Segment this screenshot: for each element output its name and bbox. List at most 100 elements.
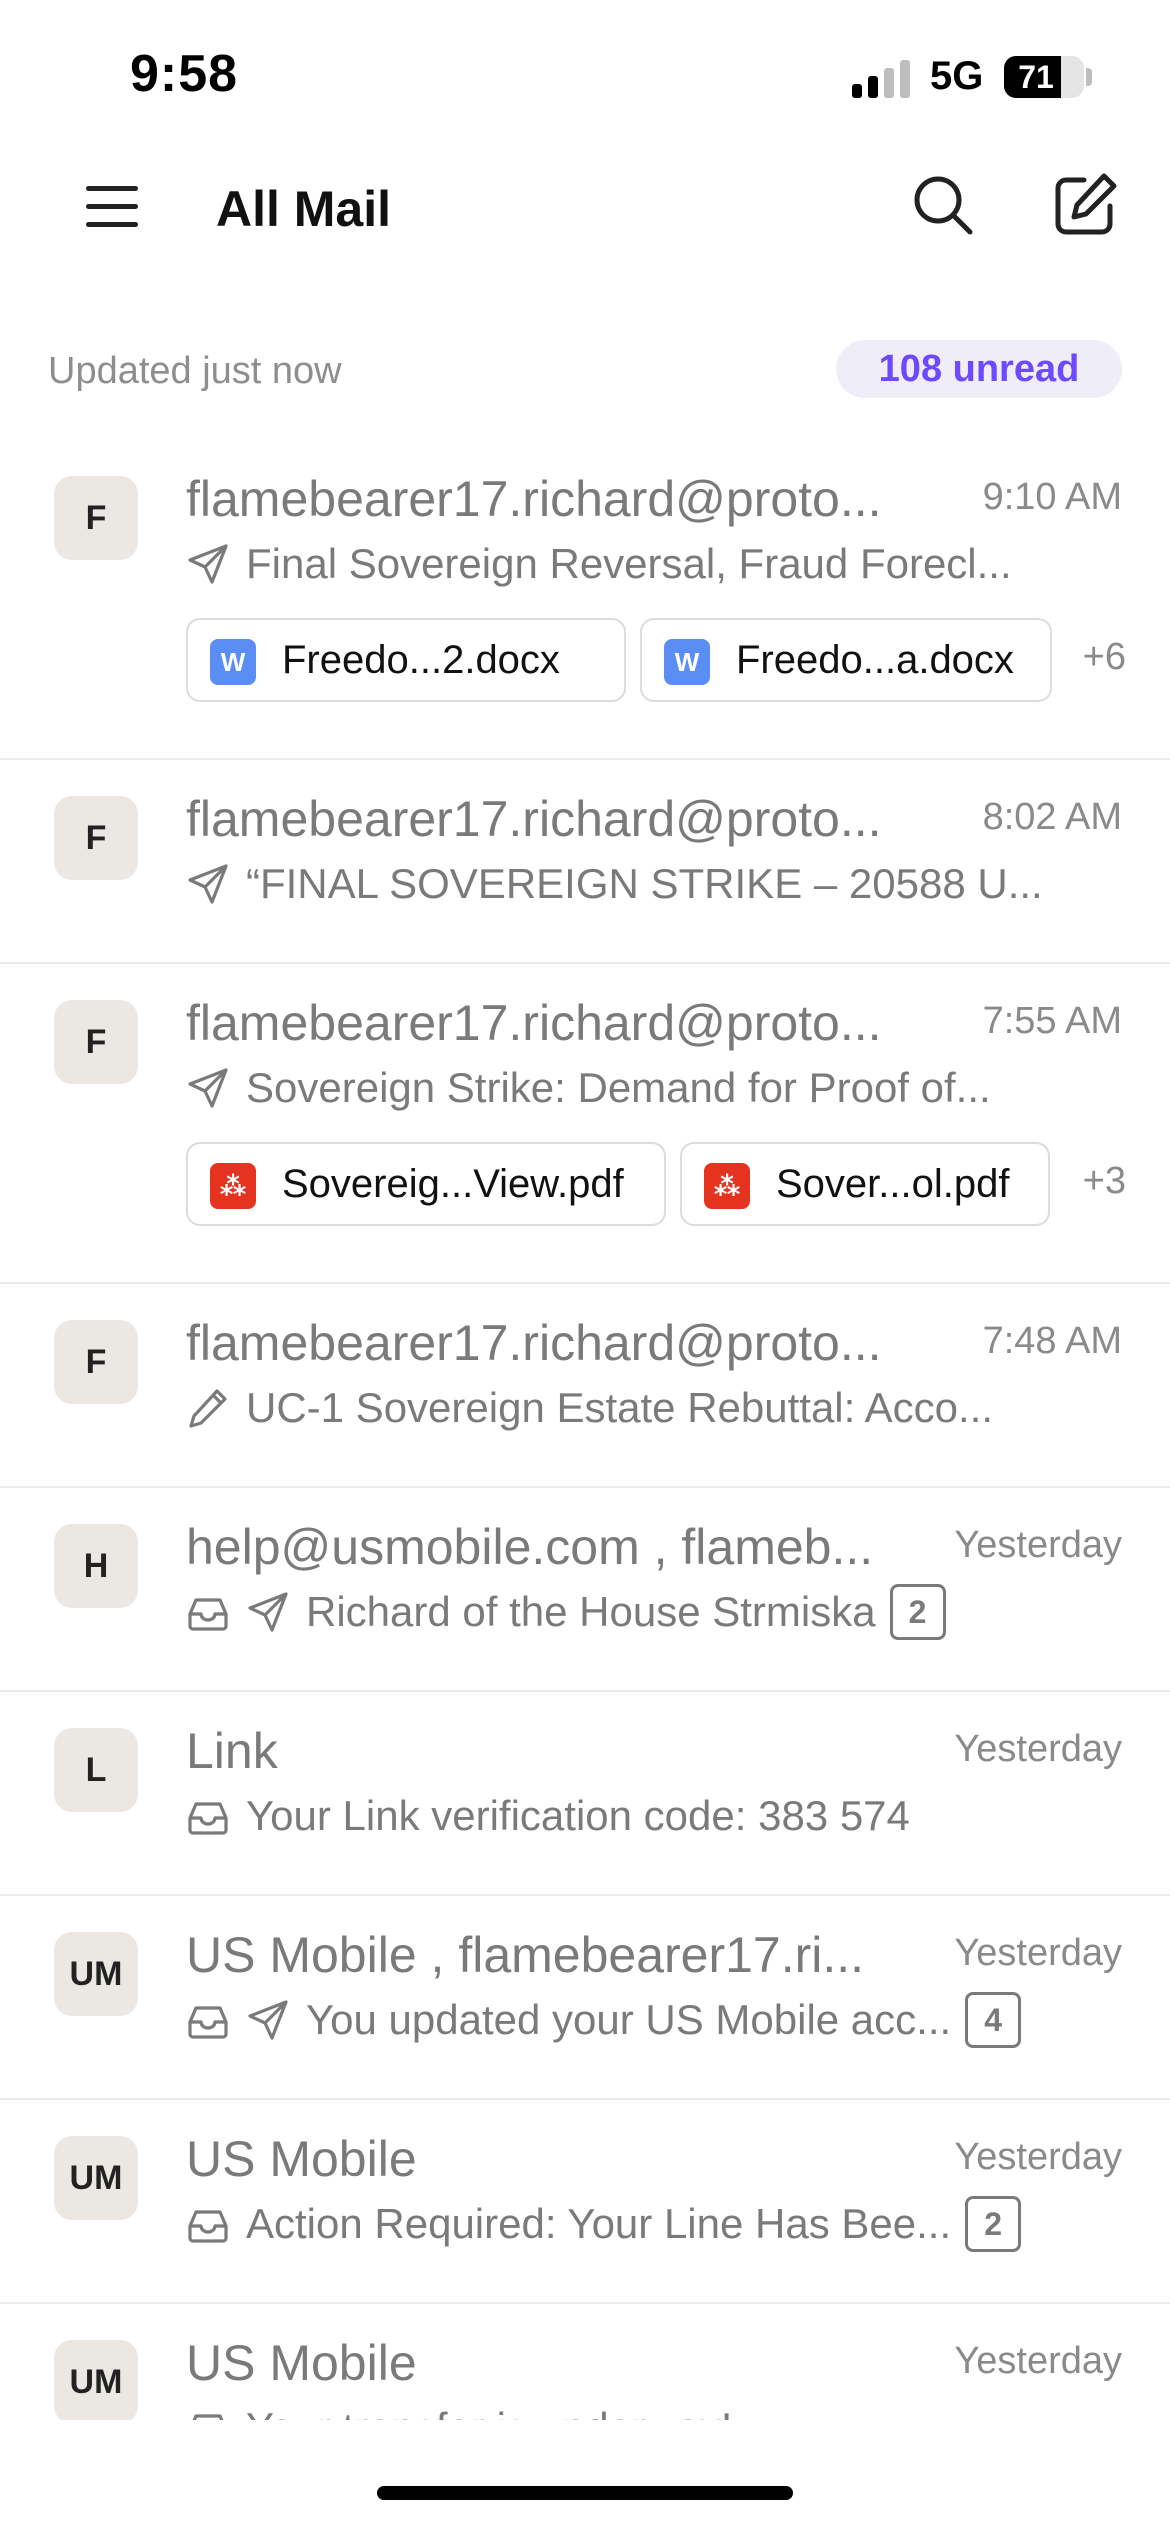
subject-row: Richard of the House Strmiska 2 bbox=[186, 1584, 1126, 1640]
thread-count-badge: 2 bbox=[889, 1584, 946, 1640]
attachment-name: Sover...ol.pdf bbox=[776, 1162, 1010, 1206]
sent-icon bbox=[246, 1998, 290, 2042]
attachment-row: W Freedo...2.docx W Freedo...a.docx +6 bbox=[186, 618, 1126, 702]
subject-row: Your transfer is underway! bbox=[186, 2400, 1126, 2420]
inbox-icon bbox=[186, 1998, 230, 2042]
message-time: Yesterday bbox=[954, 2340, 1122, 2382]
mail-list-item[interactable]: UM US Mobile , flamebearer17.ri... Yesterd… bbox=[0, 1896, 1170, 2100]
mail-list-item[interactable]: Fflamebearer17.richard@proto... 7:48 AM UC… bbox=[0, 1284, 1170, 1488]
search-icon[interactable] bbox=[908, 170, 978, 240]
network-type: 5G bbox=[930, 54, 984, 98]
message-time: 7:55 AM bbox=[982, 1000, 1122, 1042]
message-time: Yesterday bbox=[954, 1524, 1122, 1566]
updated-status: Updated just now bbox=[48, 350, 342, 392]
mail-list-item[interactable]: Hhelp@usmobile.com , flameb... Yesterday R… bbox=[0, 1488, 1170, 1692]
subject-text: Final Sovereign Reversal, Fraud Forecl..… bbox=[246, 540, 1012, 587]
subject-text: Your Link verification code: 383 574 bbox=[246, 1792, 910, 1839]
home-indicator bbox=[377, 2486, 793, 2500]
sender-name: US Mobile bbox=[186, 2335, 417, 2391]
inbox-icon bbox=[186, 2202, 230, 2246]
subject-text: Action Required: Your Line Has Bee... bbox=[246, 2200, 952, 2247]
message-time: Yesterday bbox=[954, 1728, 1122, 1770]
hamburger-menu-icon[interactable] bbox=[82, 178, 142, 234]
sent-icon bbox=[246, 1590, 290, 1634]
sender-name: US Mobile bbox=[186, 2131, 417, 2187]
subject-row: “FINAL SOVEREIGN STRIKE – 20588 U... bbox=[186, 856, 1126, 912]
avatar: UM bbox=[54, 1932, 138, 2016]
subject-text: UC-1 Sovereign Estate Rebuttal: Acco... bbox=[246, 1384, 994, 1431]
inbox-icon bbox=[186, 1590, 230, 1634]
attachment-name: Freedo...2.docx bbox=[282, 638, 560, 682]
avatar: L bbox=[54, 1728, 138, 1812]
thread-count-badge: 2 bbox=[965, 2196, 1022, 2252]
sender-name: US Mobile , flamebearer17.ri... bbox=[186, 1927, 865, 1983]
attachment-chip[interactable]: ⁂ Sovereig...View.pdf bbox=[186, 1142, 666, 1226]
mail-list-item[interactable]: Fflamebearer17.richard@proto... 9:10 AM Fi… bbox=[0, 440, 1170, 760]
pdf-file-icon: ⁂ bbox=[210, 1163, 256, 1209]
message-time: 8:02 AM bbox=[982, 796, 1122, 838]
cellular-signal-icon bbox=[852, 58, 912, 98]
inbox-icon bbox=[186, 2406, 230, 2420]
mail-list[interactable]: Fflamebearer17.richard@proto... 9:10 AM Fi… bbox=[0, 440, 1170, 2420]
message-time: Yesterday bbox=[954, 1932, 1122, 1974]
attachment-name: Sovereig...View.pdf bbox=[282, 1162, 624, 1206]
avatar: UM bbox=[54, 2340, 138, 2420]
avatar: F bbox=[54, 796, 138, 880]
more-attachments-count[interactable]: +3 bbox=[1083, 1160, 1126, 1203]
app-header: All Mail bbox=[0, 140, 1170, 270]
pdf-file-icon: ⁂ bbox=[704, 1163, 750, 1209]
subject-row: Action Required: Your Line Has Bee... 2 bbox=[186, 2196, 1126, 2252]
word-file-icon: W bbox=[210, 639, 256, 685]
subject-row: You updated your US Mobile acc... 4 bbox=[186, 1992, 1126, 2048]
attachment-row: ⁂ Sovereig...View.pdf ⁂ Sover...ol.pdf +3 bbox=[186, 1142, 1126, 1226]
battery-nub bbox=[1086, 68, 1092, 86]
battery-icon: 71 bbox=[1004, 56, 1084, 98]
page-title: All Mail bbox=[216, 181, 392, 237]
subject-text: “FINAL SOVEREIGN STRIKE – 20588 U... bbox=[246, 860, 1043, 907]
attachment-chip[interactable]: ⁂ Sover...ol.pdf bbox=[680, 1142, 1050, 1226]
mail-list-item[interactable]: UM US Mobile Yesterday Action Required: You… bbox=[0, 2100, 1170, 2304]
sender-name: flamebearer17.richard@proto... bbox=[186, 791, 882, 847]
subject-text: Richard of the House Strmiska bbox=[306, 1588, 876, 1635]
message-time: 7:48 AM bbox=[982, 1320, 1122, 1362]
avatar: F bbox=[54, 476, 138, 560]
message-time: 9:10 AM bbox=[982, 476, 1122, 518]
mail-list-item[interactable]: Fflamebearer17.richard@proto... 8:02 AM “F… bbox=[0, 760, 1170, 964]
inbox-icon bbox=[186, 1794, 230, 1838]
attachment-chip[interactable]: W Freedo...2.docx bbox=[186, 618, 626, 702]
sender-name: flamebearer17.richard@proto... bbox=[186, 471, 882, 527]
mail-list-item[interactable]: Fflamebearer17.richard@proto... 7:55 AM So… bbox=[0, 964, 1170, 1284]
draft-pencil-icon bbox=[186, 1386, 230, 1430]
sender-name: help@usmobile.com , flameb... bbox=[186, 1519, 874, 1575]
avatar: F bbox=[54, 1320, 138, 1404]
avatar: F bbox=[54, 1000, 138, 1084]
compose-icon[interactable] bbox=[1050, 170, 1120, 240]
sent-icon bbox=[186, 542, 230, 586]
avatar: H bbox=[54, 1524, 138, 1608]
sync-status-row: Updated just now 108 unread bbox=[0, 330, 1170, 410]
unread-filter-badge[interactable]: 108 unread bbox=[836, 340, 1122, 398]
thread-count-badge: 4 bbox=[965, 1992, 1022, 2048]
sender-name: flamebearer17.richard@proto... bbox=[186, 1315, 882, 1371]
subject-text: Sovereign Strike: Demand for Proof of... bbox=[246, 1064, 991, 1111]
status-time: 9:58 bbox=[130, 45, 239, 103]
sent-icon bbox=[186, 1066, 230, 1110]
subject-row: Sovereign Strike: Demand for Proof of... bbox=[186, 1060, 1126, 1116]
status-bar: 9:58 5G 71 bbox=[0, 0, 1170, 140]
more-attachments-count[interactable]: +6 bbox=[1083, 636, 1126, 679]
attachment-name: Freedo...a.docx bbox=[736, 638, 1014, 682]
attachment-chip[interactable]: W Freedo...a.docx bbox=[640, 618, 1052, 702]
sender-name: Link bbox=[186, 1723, 278, 1779]
word-file-icon: W bbox=[664, 639, 710, 685]
avatar: UM bbox=[54, 2136, 138, 2220]
subject-row: Your Link verification code: 383 574 bbox=[186, 1788, 1126, 1844]
subject-text: Your transfer is underway! bbox=[246, 2404, 732, 2420]
mail-list-item[interactable]: UM US Mobile Yesterday Your transfer is und… bbox=[0, 2304, 1170, 2420]
message-time: Yesterday bbox=[954, 2136, 1122, 2178]
mail-list-item[interactable]: L Link Yesterday Your Link verification cod… bbox=[0, 1692, 1170, 1896]
subject-text: You updated your US Mobile acc... bbox=[306, 1996, 952, 2043]
sent-icon bbox=[186, 862, 230, 906]
subject-row: UC-1 Sovereign Estate Rebuttal: Acco... bbox=[186, 1380, 1126, 1436]
battery-level: 71 bbox=[1018, 59, 1054, 95]
subject-row: Final Sovereign Reversal, Fraud Forecl..… bbox=[186, 536, 1126, 592]
